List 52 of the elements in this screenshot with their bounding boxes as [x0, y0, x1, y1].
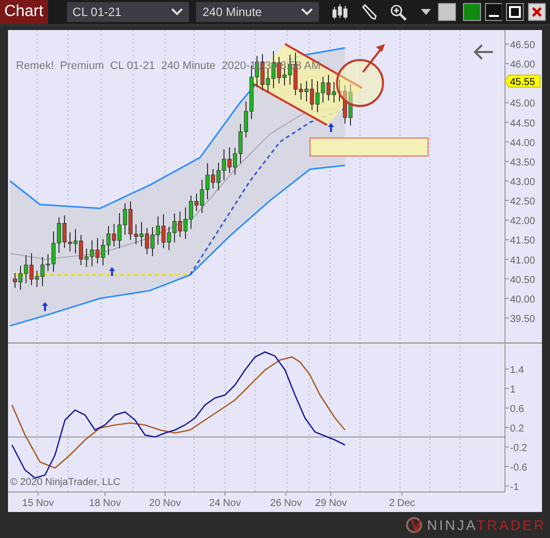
date-axis-label: 20 Nov [149, 498, 181, 509]
oscillator-axis-label: 0.6 [510, 404, 524, 415]
date-axis-label: 15 Nov [22, 498, 54, 509]
date-axis-label: 18 Nov [89, 498, 121, 509]
date-axis-label: 2 Dec [388, 498, 416, 509]
price-axis-label: 42.00 [510, 216, 536, 228]
up-arrow [362, 44, 385, 73]
date-axis-label: 26 Nov [270, 498, 302, 509]
interval-dropdown[interactable]: 240 Minute [196, 2, 320, 22]
pencil-icon[interactable] [361, 4, 378, 20]
price-axis-label: 39.50 [510, 314, 536, 325]
date-axis-label: 29 Nov [315, 498, 347, 509]
price-axis-label: 46.00 [510, 60, 536, 71]
price-axis-label: 44.00 [510, 138, 536, 149]
maximize-icon[interactable] [506, 3, 524, 21]
dropdown-caret-icon[interactable] [420, 9, 431, 15]
window-style-button[interactable] [438, 3, 456, 21]
minimize-icon[interactable] [484, 3, 502, 21]
chevron-icon [171, 8, 184, 16]
logo-icon [406, 517, 424, 533]
up-arrow-marker [42, 302, 48, 311]
price-axis-label: 40.00 [510, 294, 536, 306]
copyright-text: © 2020 NinjaTrader, LLC [10, 477, 120, 488]
zoom-icon[interactable] [390, 4, 407, 20]
oscillator-axis-label: -1 [510, 482, 519, 493]
link-button[interactable] [462, 3, 481, 21]
oscillator-axis-label: 0.2 [510, 424, 524, 434]
instrument-dropdown[interactable]: CL 01-21 [66, 2, 190, 22]
price-axis-label: 46.50 [510, 40, 536, 51]
ninjatrader-logo: NINJATRADER [427, 517, 546, 533]
oscillator-axis-label: -0.6 [510, 462, 528, 474]
back-arrow-icon[interactable] [474, 44, 494, 60]
up-arrow-marker [109, 267, 115, 276]
chevron-icon [301, 8, 314, 16]
oscillator-axis-label: 1.4 [510, 365, 524, 376]
candlestick-icon[interactable] [332, 4, 348, 20]
price-axis-label: 42.50 [510, 196, 536, 208]
price-axis-label: 43.00 [510, 177, 536, 188]
price-axis-label: 45.00 [510, 98, 536, 110]
price-axis-label: 43.50 [510, 157, 536, 168]
oscillator-axis-label: -0.2 [510, 443, 528, 454]
oscillator-axis-label: 1 [510, 384, 516, 396]
chart-title-button[interactable]: Chart [0, 0, 48, 24]
close-icon[interactable] [528, 3, 546, 21]
price-axis-label: 40.50 [510, 274, 536, 286]
date-axis-label: 24 Nov [209, 498, 241, 509]
price-axis-label: 41.00 [510, 255, 536, 266]
highlight-circle [336, 59, 384, 107]
price-axis-label: 41.50 [510, 236, 536, 247]
price-axis-label: 44.50 [510, 118, 536, 130]
up-arrow-marker [328, 123, 334, 132]
current-price-tag: 45.55 [504, 74, 540, 88]
